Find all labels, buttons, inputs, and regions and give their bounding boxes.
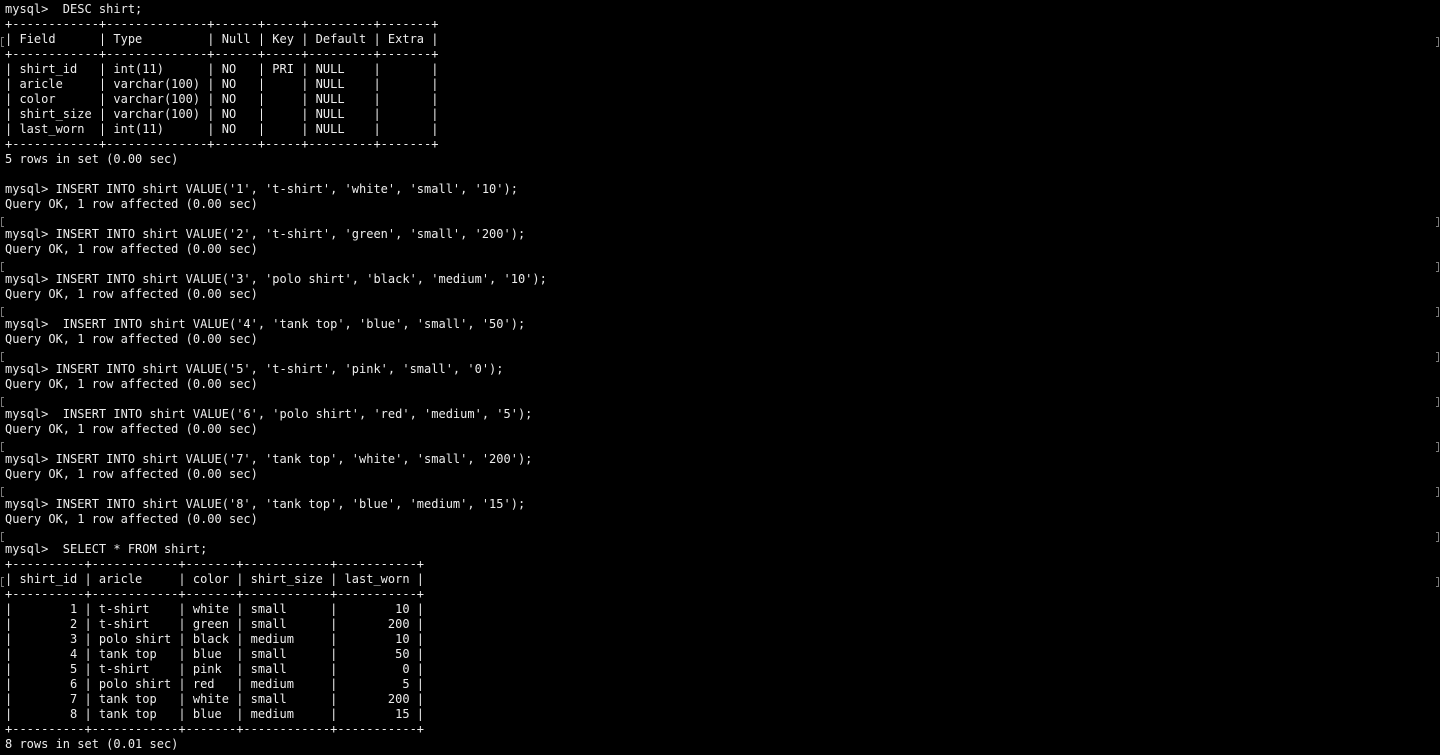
- terminal-line: | 4 | tank top | blue | small | 50 |: [5, 647, 425, 661]
- terminal-line: mysql> INSERT INTO shirt VALUE('7', 'tan…: [5, 452, 533, 466]
- terminal-line: 8 rows in set (0.01 sec): [5, 737, 179, 751]
- terminal-line: mysql> DESC shirt;: [5, 2, 143, 16]
- terminal-line: | aricle | varchar(100) | NO | | NULL | …: [5, 77, 439, 91]
- margin-marker: [1, 37, 4, 47]
- margin-marker: [1436, 37, 1439, 47]
- terminal-line: mysql> INSERT INTO shirt VALUE('8', 'tan…: [5, 497, 526, 511]
- terminal-line: +----------+------------+-------+-------…: [5, 557, 425, 571]
- margin-marker: [1436, 397, 1439, 407]
- terminal-line: +------------+--------------+------+----…: [5, 17, 439, 31]
- terminal-line: | 8 | tank top | blue | medium | 15 |: [5, 707, 425, 721]
- terminal-line: | 1 | t-shirt | white | small | 10 |: [5, 602, 425, 616]
- terminal-line: mysql> INSERT INTO shirt VALUE('3', 'pol…: [5, 272, 547, 286]
- terminal-line: Query OK, 1 row affected (0.00 sec): [5, 512, 258, 526]
- terminal-line: | 6 | polo shirt | red | medium | 5 |: [5, 677, 425, 691]
- margin-marker: [1, 352, 4, 362]
- terminal-line: Query OK, 1 row affected (0.00 sec): [5, 467, 258, 481]
- terminal-line: Query OK, 1 row affected (0.00 sec): [5, 422, 258, 436]
- terminal-line: | 3 | polo shirt | black | medium | 10 |: [5, 632, 425, 646]
- terminal-line: 5 rows in set (0.00 sec): [5, 152, 179, 166]
- terminal-line: Query OK, 1 row affected (0.00 sec): [5, 287, 258, 301]
- margin-marker: [1436, 532, 1439, 542]
- terminal-line: Query OK, 1 row affected (0.00 sec): [5, 242, 258, 256]
- terminal-line: mysql> INSERT INTO shirt VALUE('2', 't-s…: [5, 227, 526, 241]
- margin-marker: [1, 487, 4, 497]
- terminal-line: mysql> SELECT * FROM shirt;: [5, 542, 208, 556]
- margin-marker: [1436, 577, 1439, 587]
- terminal-line: | 5 | t-shirt | pink | small | 0 |: [5, 662, 425, 676]
- terminal-line: | shirt_size | varchar(100) | NO | | NUL…: [5, 107, 439, 121]
- margin-marker: [1, 442, 4, 452]
- terminal-output: mysql> DESC shirt; +------------+-------…: [5, 2, 547, 752]
- margin-marker: [1, 397, 4, 407]
- terminal-line: +------------+--------------+------+----…: [5, 47, 439, 61]
- terminal-line: | 7 | tank top | white | small | 200 |: [5, 692, 425, 706]
- terminal-line: Query OK, 1 row affected (0.00 sec): [5, 377, 258, 391]
- margin-marker: [1436, 307, 1439, 317]
- terminal-line: Query OK, 1 row affected (0.00 sec): [5, 197, 258, 211]
- margin-marker: [1436, 442, 1439, 452]
- terminal-window[interactable]: mysql> DESC shirt; +------------+-------…: [0, 0, 1440, 755]
- terminal-line: | shirt_id | int(11) | NO | PRI | NULL |…: [5, 62, 439, 76]
- terminal-line: | last_worn | int(11) | NO | | NULL | |: [5, 122, 439, 136]
- terminal-line: Query OK, 1 row affected (0.00 sec): [5, 332, 258, 346]
- terminal-line: +----------+------------+-------+-------…: [5, 722, 425, 736]
- terminal-line: mysql> INSERT INTO shirt VALUE('4', 'tan…: [5, 317, 526, 331]
- margin-marker: [1436, 262, 1439, 272]
- margin-marker: [1436, 217, 1439, 227]
- terminal-line: | shirt_id | aricle | color | shirt_size…: [5, 572, 425, 586]
- margin-marker: [1, 262, 4, 272]
- margin-marker: [1, 217, 4, 227]
- terminal-line: mysql> INSERT INTO shirt VALUE('1', 't-s…: [5, 182, 518, 196]
- terminal-line: | Field | Type | Null | Key | Default | …: [5, 32, 439, 46]
- margin-marker: [1436, 352, 1439, 362]
- terminal-line: | color | varchar(100) | NO | | NULL | |: [5, 92, 439, 106]
- margin-marker: [1436, 487, 1439, 497]
- terminal-line: mysql> INSERT INTO shirt VALUE('6', 'pol…: [5, 407, 533, 421]
- margin-marker: [1, 577, 4, 587]
- terminal-line: | 2 | t-shirt | green | small | 200 |: [5, 617, 425, 631]
- terminal-line: mysql> INSERT INTO shirt VALUE('5', 't-s…: [5, 362, 504, 376]
- terminal-line: +----------+------------+-------+-------…: [5, 587, 425, 601]
- margin-marker: [1, 532, 4, 542]
- margin-marker: [1, 307, 4, 317]
- terminal-line: +------------+--------------+------+----…: [5, 137, 439, 151]
